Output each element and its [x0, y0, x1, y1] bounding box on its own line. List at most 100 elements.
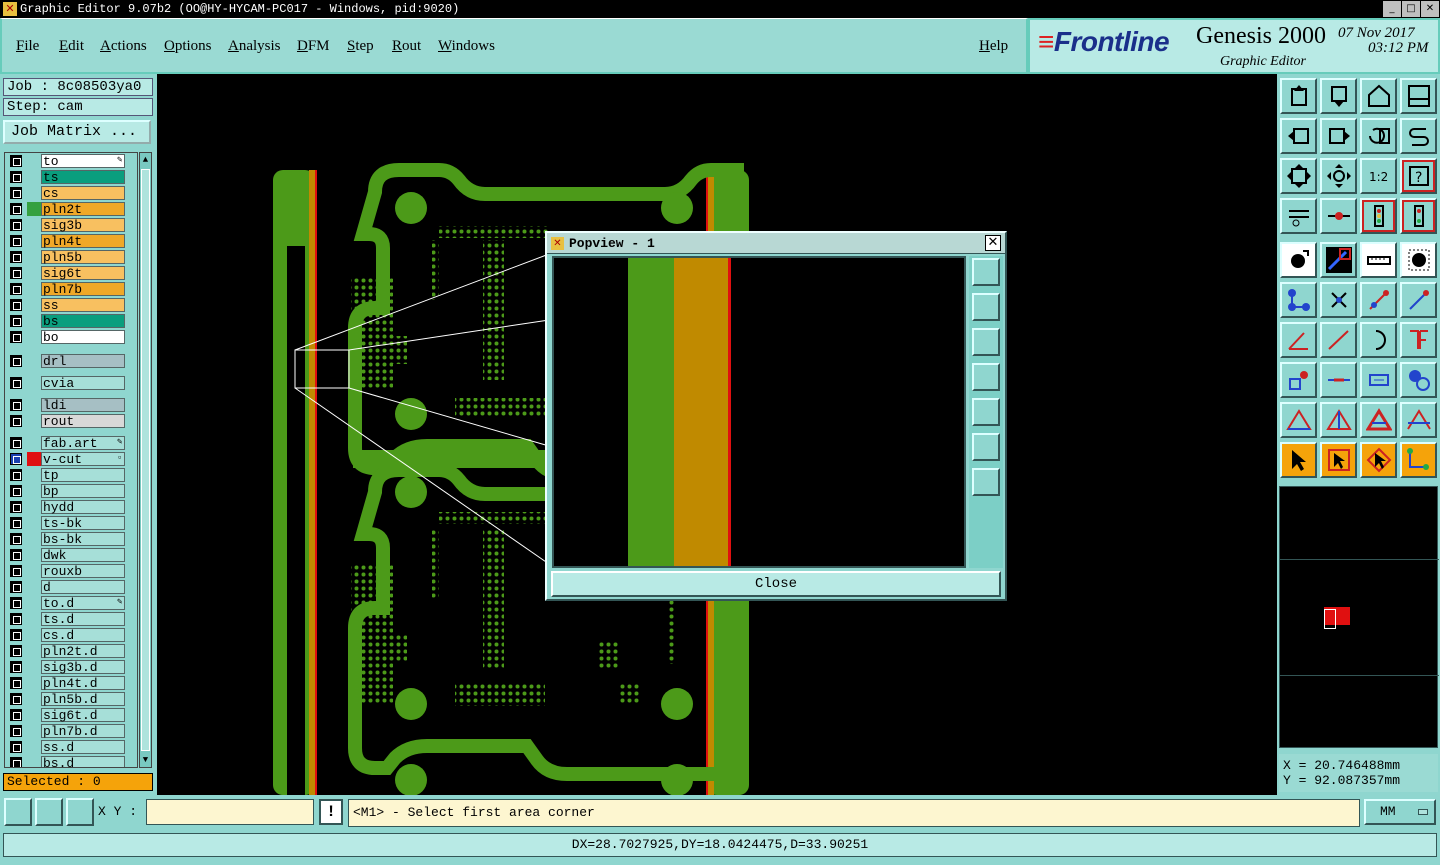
layer-row[interactable]: rouxb — [5, 564, 137, 578]
layer-row[interactable]: pln4t.d — [5, 676, 137, 690]
layer-row[interactable]: dwk — [5, 548, 137, 562]
layer-name[interactable]: sig3b — [41, 218, 125, 232]
select-pointer-icon[interactable] — [1280, 442, 1317, 478]
layer-checkbox[interactable] — [10, 171, 22, 183]
menu-step[interactable]: Step — [347, 38, 374, 55]
select-box-icon[interactable] — [1320, 442, 1357, 478]
probe-icon[interactable] — [1320, 198, 1357, 234]
layer-active-indicator[interactable] — [27, 676, 41, 690]
layer-name[interactable]: to.d — [41, 596, 125, 610]
layer-row[interactable]: pln4t — [5, 234, 137, 248]
layer-name[interactable]: cvia — [41, 376, 125, 390]
layer-name[interactable]: bs — [41, 314, 125, 328]
grid-icon[interactable] — [66, 798, 94, 826]
scroll-thumb[interactable] — [141, 169, 150, 751]
arc-icon[interactable] — [1360, 322, 1397, 358]
layer-active-indicator[interactable] — [27, 548, 41, 562]
layer-name[interactable]: pln2t — [41, 202, 125, 216]
layer-row[interactable]: cvia — [5, 376, 137, 390]
dimension-icon[interactable] — [1360, 362, 1397, 398]
layer-checkbox[interactable] — [10, 581, 22, 593]
layer-name[interactable]: to — [41, 154, 125, 168]
layer-row[interactable]: hydd — [5, 500, 137, 514]
layer-row[interactable]: pln5b — [5, 250, 137, 264]
layer-checkbox[interactable] — [10, 549, 22, 561]
layer-name[interactable]: ts-bk — [41, 516, 125, 530]
layer-active-indicator[interactable] — [27, 708, 41, 722]
layer-row[interactable]: bs-bk — [5, 532, 137, 546]
scale-one-to-two-icon[interactable]: 1:2 — [1360, 158, 1397, 194]
layer-checkbox[interactable] — [10, 597, 22, 609]
layer-checkbox[interactable] — [10, 155, 22, 167]
layer-active-indicator[interactable] — [27, 314, 41, 328]
slope-icon[interactable] — [1320, 322, 1357, 358]
settings-icon[interactable] — [1280, 198, 1317, 234]
layer-row[interactable]: d — [5, 580, 137, 594]
group-icon[interactable] — [1400, 362, 1437, 398]
layer-active-indicator[interactable] — [27, 660, 41, 674]
layer-name[interactable]: bs-bk — [41, 532, 125, 546]
menu-help[interactable]: Help — [979, 38, 1008, 55]
layer-active-indicator[interactable] — [27, 484, 41, 498]
layer-active-indicator[interactable] — [27, 612, 41, 626]
layer-row[interactable]: ts-bk — [5, 516, 137, 530]
layer-name[interactable]: rout — [41, 414, 125, 428]
layer-checkbox[interactable] — [10, 693, 22, 705]
layer-active-indicator[interactable] — [27, 170, 41, 184]
layer-active-indicator[interactable] — [27, 452, 41, 466]
zoom-in-icon[interactable] — [972, 433, 1000, 461]
overview-map[interactable] — [1279, 486, 1439, 748]
layer-active-indicator[interactable] — [27, 628, 41, 642]
layer-row[interactable]: v-cut ▫ — [5, 452, 137, 466]
layer-name[interactable]: sig3b.d — [41, 660, 125, 674]
layer-checkbox[interactable] — [10, 283, 22, 295]
layer-name[interactable]: pln5b.d — [41, 692, 125, 706]
layer-row[interactable]: fab.art ✎ — [5, 436, 137, 450]
pan-down-icon[interactable] — [972, 328, 1000, 356]
layer-name[interactable]: rouxb — [41, 564, 125, 578]
cross-icon[interactable] — [1320, 282, 1357, 318]
close-icon[interactable]: ✕ — [1421, 1, 1439, 17]
close-icon[interactable]: ✕ — [985, 235, 1001, 251]
layer-row[interactable]: tp — [5, 468, 137, 482]
layer-row[interactable]: bs — [5, 314, 137, 328]
layer-name[interactable]: bs.d — [41, 756, 125, 767]
pan-left-icon[interactable] — [972, 363, 1000, 391]
menu-dfm[interactable]: DFM — [297, 38, 330, 55]
layer-active-indicator[interactable] — [27, 186, 41, 200]
pad-to-line-icon[interactable] — [1280, 362, 1317, 398]
move-point-icon[interactable] — [1360, 282, 1397, 318]
layer-checkbox[interactable] — [10, 741, 22, 753]
connect-icon[interactable] — [1280, 282, 1317, 318]
menu-file[interactable]: File — [16, 38, 39, 55]
layer-row[interactable]: sig6t — [5, 266, 137, 280]
scroll-up-icon[interactable]: ▲ — [140, 153, 151, 167]
layer-active-indicator[interactable] — [27, 644, 41, 658]
layer-scrollbar[interactable]: ▲ ▼ — [139, 152, 152, 768]
layer-row[interactable]: pln2t — [5, 202, 137, 216]
zoom-out-icon[interactable] — [972, 468, 1000, 496]
layer-checkbox[interactable] — [10, 629, 22, 641]
layer-active-indicator[interactable] — [27, 282, 41, 296]
horizontal-line-icon[interactable] — [1320, 362, 1357, 398]
layer-checkbox[interactable] — [10, 203, 22, 215]
ruler-icon[interactable] — [1360, 242, 1397, 278]
layer-checkbox[interactable] — [10, 501, 22, 513]
layer-active-indicator[interactable] — [27, 564, 41, 578]
layer-active-indicator[interactable] — [27, 354, 41, 368]
layer-active-indicator[interactable] — [27, 266, 41, 280]
net-icon[interactable] — [1400, 198, 1437, 234]
layer-checkbox[interactable] — [10, 377, 22, 389]
layer-checkbox[interactable] — [10, 677, 22, 689]
layer-name[interactable]: ts — [41, 170, 125, 184]
layer-checkbox[interactable] — [10, 453, 22, 465]
layer-name[interactable]: hydd — [41, 500, 125, 514]
layer-name[interactable]: fab.art — [41, 436, 125, 450]
layer-row[interactable]: sig3b — [5, 218, 137, 232]
layer-name[interactable]: pln2t.d — [41, 644, 125, 658]
layer-checkbox[interactable] — [10, 709, 22, 721]
layer-active-indicator[interactable] — [27, 500, 41, 514]
layer-active-indicator[interactable] — [27, 532, 41, 546]
job-matrix-button[interactable]: Job Matrix ... — [3, 120, 151, 144]
layer-name[interactable]: bp — [41, 484, 125, 498]
